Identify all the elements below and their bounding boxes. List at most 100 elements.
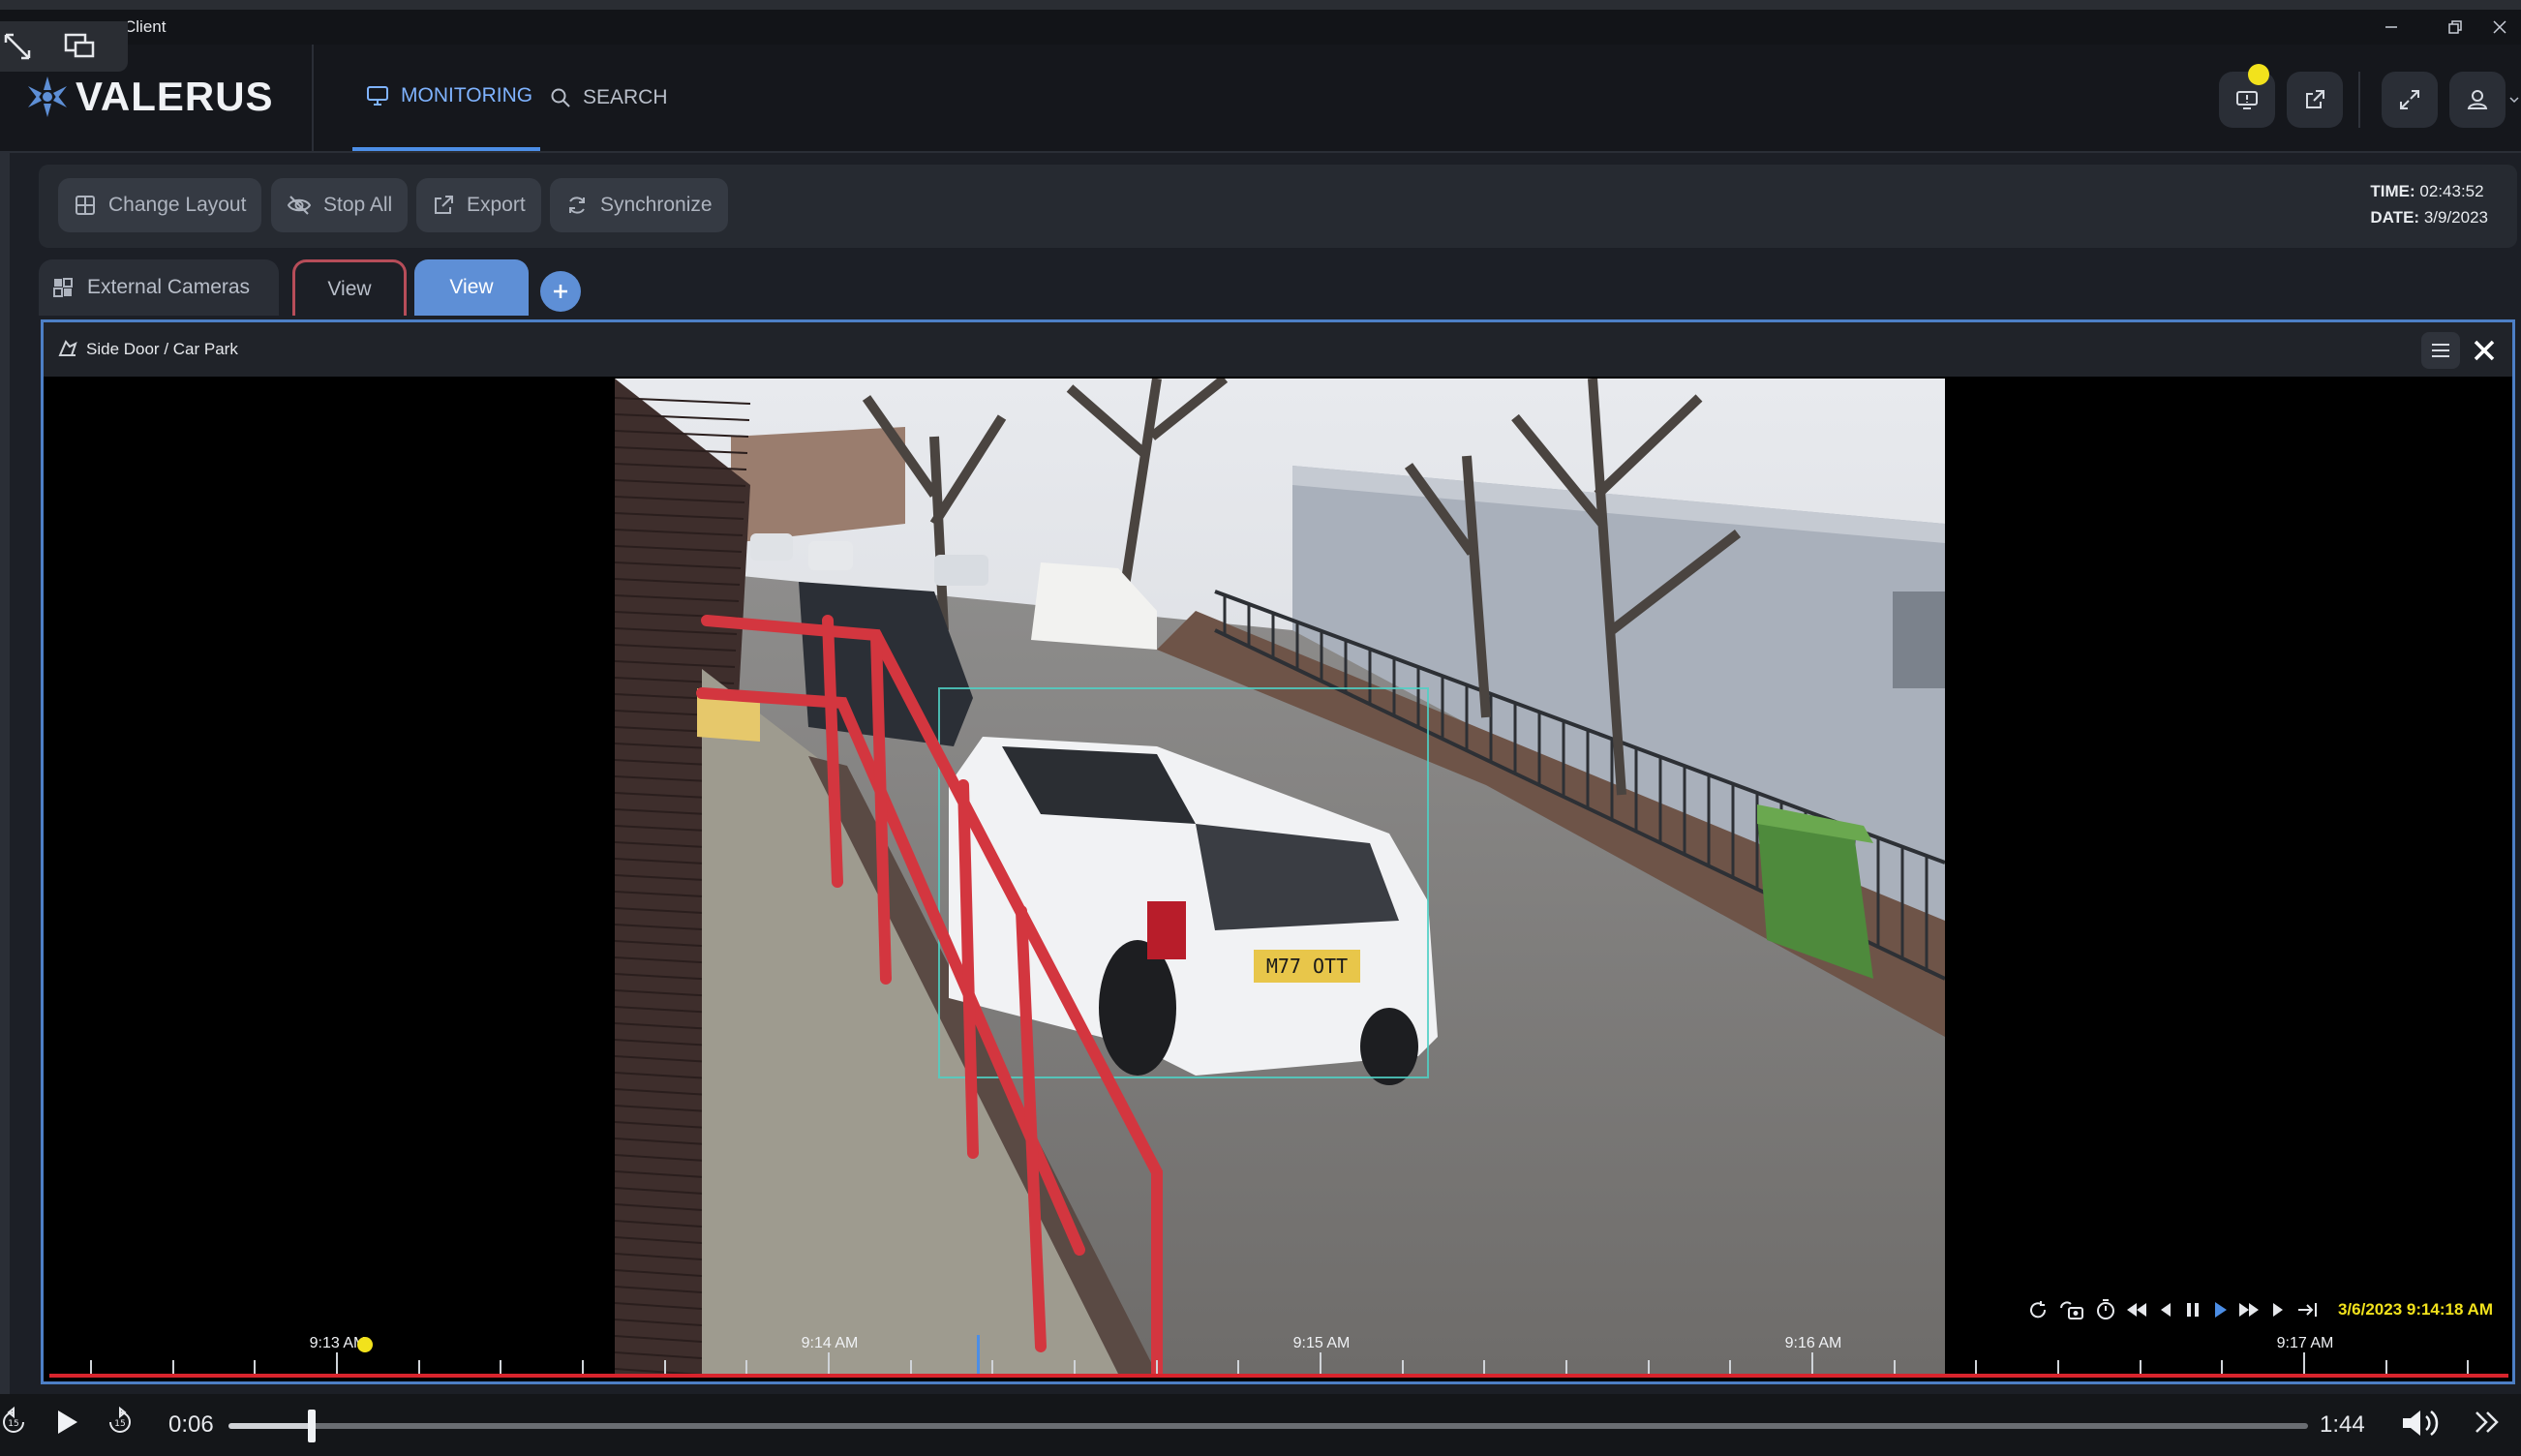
- close-window-button[interactable]: [2478, 10, 2521, 45]
- resize-tool[interactable]: [0, 29, 35, 64]
- expand-icon: [2400, 90, 2419, 109]
- export-label: Export: [467, 194, 526, 216]
- time-label: TIME:: [2370, 182, 2415, 200]
- synchronize-label: Synchronize: [600, 194, 713, 216]
- remaining-time: 1:44: [2320, 1411, 2365, 1438]
- timeline-tick: [663, 1360, 666, 1374]
- camera-tile[interactable]: Side Door / Car Park M77 OTT 9:13 AM 9:1…: [41, 319, 2515, 1384]
- play-button[interactable]: [52, 1406, 83, 1439]
- date-label: DATE:: [2370, 208, 2420, 227]
- timeline-tick: [2057, 1360, 2060, 1374]
- close-icon: [2474, 340, 2495, 361]
- chevron-down-icon[interactable]: [2509, 95, 2519, 105]
- svg-text:15: 15: [8, 1419, 18, 1429]
- rewind-15-button[interactable]: 15: [0, 1406, 29, 1439]
- step-back-icon[interactable]: [2156, 1298, 2175, 1321]
- more-controls-button[interactable]: [2471, 1406, 2504, 1439]
- play-icon[interactable]: [2210, 1298, 2230, 1321]
- chevron-double-right-icon: [2475, 1411, 2499, 1433]
- timeline-playhead[interactable]: [977, 1335, 980, 1374]
- fast-forward-icon[interactable]: [2237, 1298, 2261, 1321]
- timeline-label-0915: 9:15 AM: [1292, 1335, 1351, 1351]
- timeline-tick: [1729, 1360, 1732, 1374]
- tab-external-cameras[interactable]: External Cameras: [39, 259, 279, 316]
- notification-dot: [2248, 64, 2269, 85]
- export-button[interactable]: Export: [416, 178, 541, 232]
- forward-15-icon: 15: [109, 1406, 131, 1433]
- share-button[interactable]: [2287, 72, 2343, 128]
- video-frame[interactable]: M77 OTT: [615, 379, 1945, 1374]
- windows-icon: [64, 33, 95, 58]
- user-menu-button[interactable]: [2449, 72, 2506, 128]
- seek-bar[interactable]: [228, 1410, 2308, 1442]
- logo-text: VALERUS: [76, 74, 274, 119]
- seek-thumb[interactable]: [307, 1410, 316, 1442]
- hamburger-icon: [2432, 344, 2449, 357]
- timeline-tick: [991, 1360, 994, 1374]
- play-icon: [58, 1410, 77, 1434]
- timeline-tick: [1647, 1360, 1650, 1374]
- timeline-tick: [1811, 1352, 1814, 1374]
- snapshot-icon[interactable]: [2057, 1298, 2086, 1321]
- timeline-tick: [1320, 1352, 1322, 1374]
- nav-search-label: SEARCH: [583, 86, 668, 108]
- timeline-tick: [1401, 1360, 1404, 1374]
- synchronize-button[interactable]: Synchronize: [550, 178, 728, 232]
- camera-icon: [58, 340, 77, 356]
- camera-close-button[interactable]: [2468, 334, 2501, 367]
- elapsed-time: 0:06: [168, 1411, 214, 1438]
- timeline-tick: [828, 1352, 831, 1374]
- timeline-tick: [1975, 1360, 1978, 1374]
- timeline-tick: [90, 1360, 92, 1374]
- restore-button[interactable]: [2426, 10, 2484, 45]
- nav-monitoring[interactable]: MONITORING: [352, 45, 540, 151]
- minimize-icon: [2385, 26, 2397, 28]
- user-icon: [2467, 90, 2488, 109]
- cameras-grid-icon: [53, 278, 73, 297]
- camera-scene: M77 OTT: [615, 379, 1945, 1374]
- camera-menu-button[interactable]: [2421, 332, 2460, 369]
- minimize-button[interactable]: [2362, 10, 2420, 45]
- add-tab-button[interactable]: [540, 271, 581, 312]
- rewind-icon[interactable]: [2125, 1298, 2148, 1321]
- clock-readout: TIME: 02:43:52 DATE: 3/9/2023: [2370, 178, 2488, 230]
- camera-title: Side Door / Car Park: [86, 340, 238, 358]
- tab-view-1[interactable]: View: [292, 259, 407, 316]
- picture-in-picture-tool[interactable]: [62, 29, 97, 64]
- playback-timestamp: 3/6/2023 9:14:18 AM: [2337, 1300, 2493, 1319]
- eye-off-icon: [287, 196, 312, 215]
- timeline-tick: [336, 1352, 338, 1374]
- timeline-tick: [1155, 1360, 1158, 1374]
- plus-icon: [554, 285, 567, 298]
- license-plate: M77 OTT: [1266, 955, 1348, 978]
- nav-search[interactable]: SEARCH: [550, 45, 668, 151]
- left-sidebar-edge[interactable]: [0, 153, 10, 1394]
- header-divider: [312, 45, 314, 151]
- timeline-tick: [500, 1360, 502, 1374]
- fullscreen-button[interactable]: [2382, 72, 2438, 128]
- step-forward-icon[interactable]: [2268, 1298, 2288, 1321]
- forward-15-button[interactable]: 15: [105, 1406, 134, 1439]
- pause-icon[interactable]: [2183, 1298, 2202, 1321]
- monitor-icon: [367, 86, 388, 106]
- timeline-marker[interactable]: [357, 1337, 373, 1352]
- refresh-icon[interactable]: [2026, 1298, 2050, 1321]
- sync-icon: [569, 197, 585, 214]
- timeline-tick: [1483, 1360, 1486, 1374]
- media-player-bar: 15 15 0:06 1:44: [0, 1394, 2521, 1456]
- skip-to-live-icon[interactable]: [2295, 1298, 2319, 1321]
- stop-all-button[interactable]: Stop All: [271, 178, 409, 232]
- export-icon: [435, 196, 453, 214]
- timeline-tick: [1074, 1360, 1077, 1374]
- timeline-tick: [582, 1360, 585, 1374]
- app-header: VALERUS MONITORING SEARCH: [0, 45, 2521, 153]
- timeline-label-0914: 9:14 AM: [801, 1335, 859, 1351]
- change-layout-button[interactable]: Change Layout: [58, 178, 262, 232]
- change-layout-label: Change Layout: [108, 194, 247, 216]
- share-icon: [2306, 90, 2324, 108]
- timer-icon[interactable]: [2094, 1298, 2117, 1321]
- date-value: 3/9/2023: [2423, 208, 2488, 227]
- tab-view-2[interactable]: View: [414, 259, 529, 316]
- resize-diagonal-icon: [4, 33, 31, 60]
- volume-button[interactable]: [2399, 1406, 2445, 1441]
